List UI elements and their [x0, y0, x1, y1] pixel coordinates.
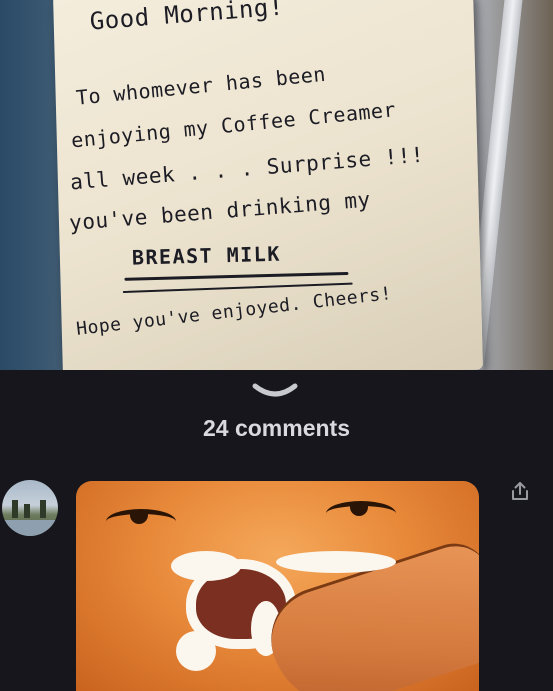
note-line: all week . . . Surprise !!! [69, 142, 425, 195]
note-line-greeting: Good Morning! [88, 0, 285, 36]
share-icon[interactable] [509, 480, 531, 502]
handwritten-note: Good Morning! To whomever has been enjoy… [53, 0, 483, 370]
cartoon-eye [106, 509, 176, 534]
post-photo[interactable]: Good Morning! To whomever has been enjoy… [0, 0, 553, 370]
chevron-down-icon[interactable] [245, 376, 305, 404]
note-line: To whomever has been [74, 61, 327, 110]
note-line: you've been drinking my [68, 187, 372, 236]
user-avatar[interactable] [2, 480, 58, 536]
comments-sheet: 24 comments [0, 370, 553, 691]
comments-count-title: 24 comments [202, 415, 350, 441]
note-line-emphasis: BREAST MILK [131, 241, 282, 270]
note-underline [124, 271, 349, 281]
comment-image[interactable] [76, 481, 479, 691]
cartoon-eye [326, 501, 396, 526]
